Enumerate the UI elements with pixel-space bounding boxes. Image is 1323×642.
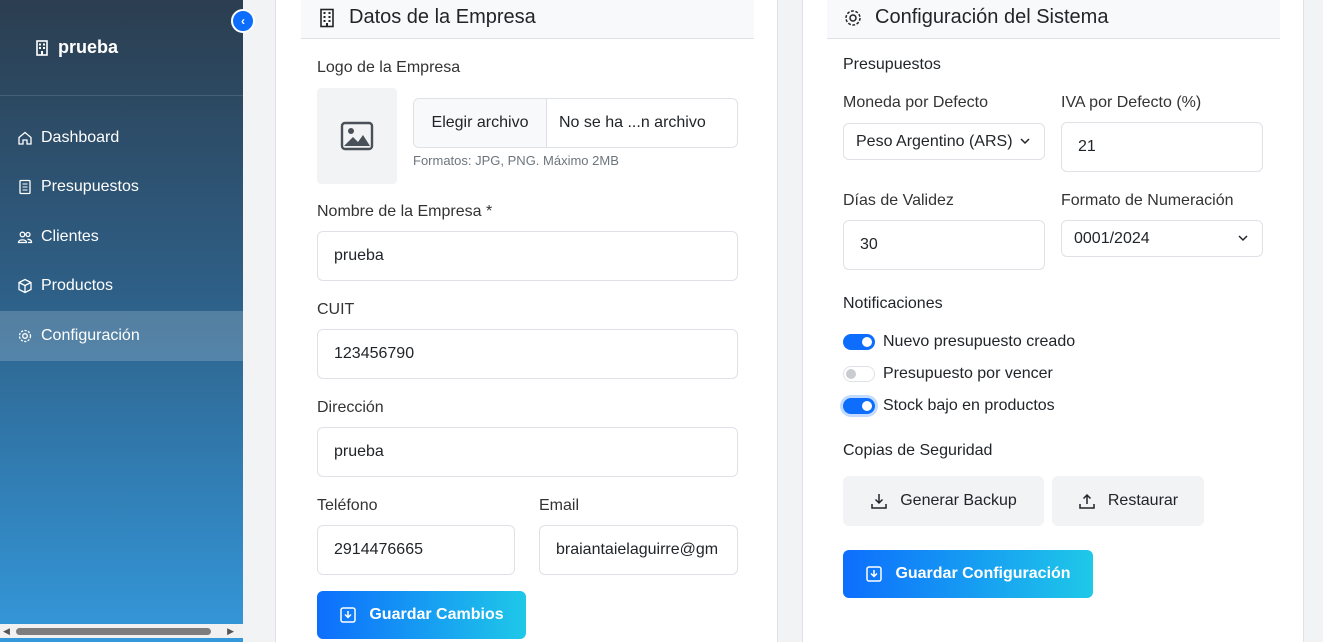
sidebar-item-presupuestos[interactable]: Presupuestos: [0, 163, 243, 213]
cuit-field[interactable]: 123456790: [317, 329, 738, 379]
address-label: Dirección: [317, 399, 384, 416]
system-card: Configuración del Sistema Presupuestos M…: [802, 0, 1304, 642]
save-system-config-button[interactable]: Guardar Configuración: [843, 550, 1093, 598]
sidebar-item-label: Configuración: [41, 326, 140, 344]
download-icon: [340, 607, 357, 623]
download-icon: [866, 566, 883, 582]
save-company-label: Guardar Cambios: [369, 606, 504, 623]
sidebar-item-dashboard[interactable]: Dashboard: [0, 113, 243, 163]
toggle-label: Presupuesto por vencer: [883, 365, 1053, 382]
logo-preview: [317, 88, 397, 184]
restore-button[interactable]: Restaurar: [1052, 476, 1204, 526]
file-help-text: Formatos: JPG, PNG. Máximo 2MB: [413, 153, 619, 168]
toggle-switch[interactable]: [843, 366, 875, 382]
currency-value: Peso Argentino (ARS): [856, 132, 1013, 150]
sidebar-collapse-button[interactable]: ‹: [231, 9, 255, 33]
gear-icon: [845, 9, 861, 26]
generate-backup-label: Generar Backup: [900, 492, 1017, 509]
logo-label: Logo de la Empresa: [317, 59, 461, 76]
scrollbar-thumb[interactable]: [16, 628, 211, 635]
backup-section-title: Copias de Seguridad: [843, 442, 993, 459]
upload-icon: [1079, 493, 1095, 509]
company-card-header: Datos de la Empresa: [301, 0, 754, 39]
download-icon: [871, 494, 887, 509]
gear-icon: [18, 329, 32, 342]
sidebar-item-label: Clientes: [41, 227, 99, 245]
validity-label: Días de Validez: [843, 192, 954, 209]
building-icon: [36, 39, 48, 56]
brand-name: prueba: [58, 37, 119, 57]
currency-label: Moneda por Defecto: [843, 94, 988, 111]
email-field[interactable]: braiantaielaguirre@gm: [539, 525, 738, 575]
sidebar-item-label: Productos: [41, 277, 114, 295]
toggle-label: Stock bajo en productos: [883, 397, 1055, 414]
sidebar-item-productos[interactable]: Productos: [0, 262, 243, 312]
house-icon: [18, 131, 32, 145]
logo-file-input[interactable]: Elegir archivo No se ha ...n archivo: [413, 98, 738, 148]
save-system-label: Guardar Configuración: [895, 565, 1071, 582]
notifications-section-title: Notificaciones: [843, 295, 943, 312]
system-card-header: Configuración del Sistema: [827, 0, 1280, 39]
scroll-left-icon[interactable]: ◀: [3, 626, 10, 637]
image-icon: [340, 121, 374, 151]
file-status: No se ha ...n archivo: [559, 114, 706, 131]
sidebar-item-configuracion[interactable]: Configuración: [0, 311, 243, 361]
box-icon: [18, 279, 32, 294]
document-icon: [19, 180, 31, 195]
currency-select[interactable]: Peso Argentino (ARS): [843, 123, 1045, 160]
sidebar-nav: Dashboard Presupuestos Clientes Producto…: [0, 113, 243, 361]
sidebar-item-label: Dashboard: [41, 128, 120, 146]
email-label: Email: [539, 497, 580, 514]
iva-label: IVA por Defecto (%): [1061, 94, 1202, 111]
cuit-label: CUIT: [317, 301, 355, 318]
company-name-field[interactable]: prueba: [317, 231, 738, 281]
address-field[interactable]: prueba: [317, 427, 738, 477]
building-icon: [320, 8, 334, 27]
numbering-value: 0001/2024: [1074, 229, 1150, 247]
phone-field[interactable]: 2914476665: [317, 525, 515, 575]
toggle-switch[interactable]: [843, 398, 875, 414]
validity-field[interactable]: 30: [843, 220, 1045, 270]
save-company-button[interactable]: Guardar Cambios: [317, 591, 526, 639]
notification-budget-expiring[interactable]: Presupuesto por vencer: [843, 365, 1053, 383]
generate-backup-button[interactable]: Generar Backup: [843, 476, 1044, 526]
toggle-label: Nuevo presupuesto creado: [883, 333, 1076, 350]
horizontal-scrollbar[interactable]: ◀ ▶: [0, 624, 243, 638]
toggle-switch[interactable]: [843, 334, 875, 350]
brand[interactable]: prueba: [0, 0, 243, 96]
company-card: Datos de la Empresa Logo de la Empresa E…: [275, 0, 778, 642]
people-icon: [17, 231, 33, 243]
sidebar: prueba Dashboard Presupuestos Clientes P…: [0, 0, 243, 642]
card-title: Datos de la Empresa: [349, 6, 536, 28]
notification-new-budget[interactable]: Nuevo presupuesto creado: [843, 333, 1075, 351]
scroll-right-icon[interactable]: ▶: [227, 626, 234, 637]
chevron-left-icon: ‹: [241, 14, 245, 28]
numbering-label: Formato de Numeración: [1061, 192, 1234, 209]
chevron-down-icon: [1236, 231, 1250, 245]
numbering-select[interactable]: 0001/2024: [1061, 220, 1263, 257]
card-title: Configuración del Sistema: [875, 6, 1109, 28]
sidebar-item-label: Presupuestos: [41, 178, 139, 196]
phone-label: Teléfono: [317, 497, 378, 514]
chevron-down-icon: [1018, 134, 1032, 148]
sidebar-item-clientes[interactable]: Clientes: [0, 212, 243, 262]
choose-file-button[interactable]: Elegir archivo: [414, 99, 547, 147]
notification-low-stock[interactable]: Stock bajo en productos: [843, 397, 1055, 415]
budgets-section-title: Presupuestos: [843, 56, 941, 73]
company-name-label: Nombre de la Empresa *: [317, 203, 493, 220]
iva-field[interactable]: 21: [1061, 122, 1263, 172]
restore-label: Restaurar: [1107, 492, 1179, 509]
